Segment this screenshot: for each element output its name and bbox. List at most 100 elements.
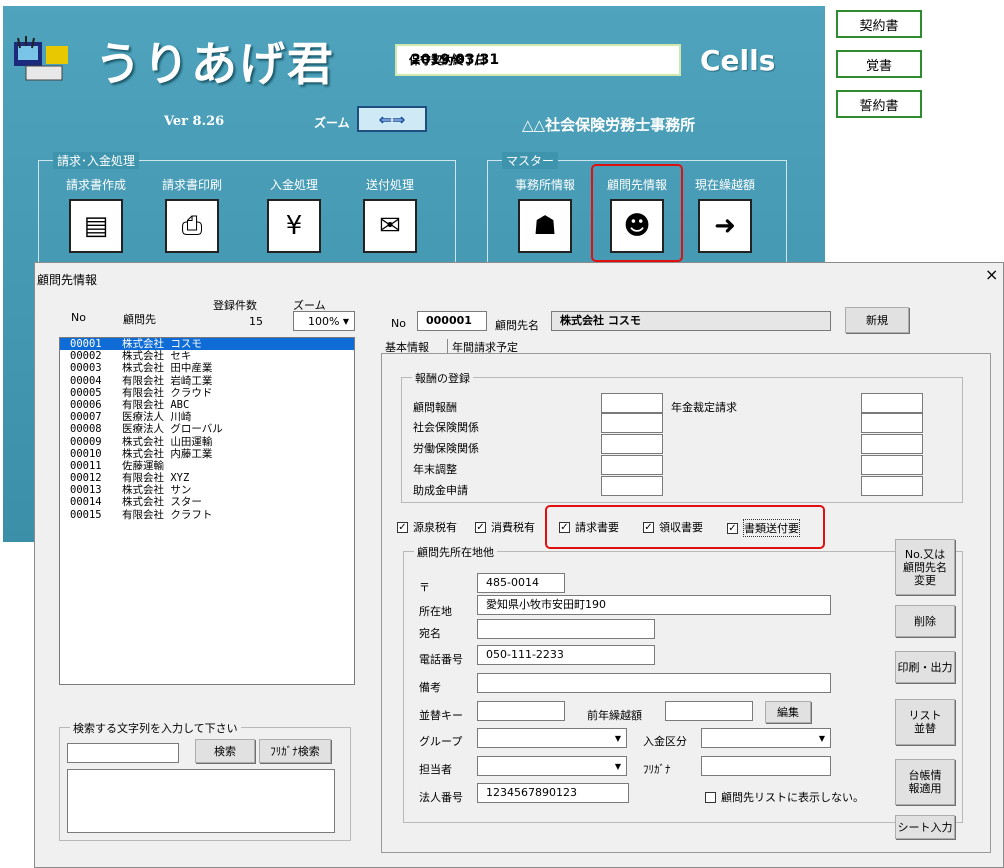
address-field[interactable]: 愛知県小牧市安田町190 (477, 595, 831, 615)
memo-button[interactable]: 覚書 (836, 50, 922, 78)
tile-send[interactable]: 送付処理 ✉ (352, 176, 428, 253)
check-withholding[interactable]: ✓ 源泉税有 (397, 519, 457, 535)
check-hide-from-list[interactable]: 顧問先リストに表示しない。 (705, 789, 864, 805)
client-info-dialog: 顧問先情報 × No 顧問先 登録件数 15 ズーム 100% ▼ 00001 株式… (34, 262, 1004, 868)
client-no: 00015 (70, 508, 102, 521)
close-icon[interactable]: × (985, 265, 998, 284)
client-no: 00011 (70, 459, 102, 472)
client-name: 株式会社 山田運輸 (122, 435, 213, 448)
dest-field[interactable] (477, 619, 655, 639)
checkmark-icon: ✓ (397, 521, 408, 533)
client-no: 00002 (70, 350, 102, 363)
postal-field[interactable]: 485-0014 (477, 573, 565, 593)
change-name-button[interactable]: No.又は 顧問先名 変更 (895, 539, 955, 595)
list-item[interactable]: 00010 株式会社 内藤工業 (60, 448, 354, 460)
group-select[interactable]: ▼ (477, 728, 627, 748)
tile-label: 請求書作成 (65, 178, 126, 192)
corp-no-label: 法人番号 (419, 791, 463, 804)
delete-button[interactable]: 削除 (895, 605, 955, 637)
list-item[interactable]: 00009 株式会社 山田運輸 (60, 436, 354, 448)
client-no: 00004 (70, 374, 102, 387)
client-no: 00001 (70, 338, 102, 350)
fee-field[interactable] (601, 476, 663, 496)
list-item[interactable]: 00003 株式会社 田中産業 (60, 362, 354, 374)
client-name: 医療法人 グローバル (122, 423, 223, 436)
check-label: 顧問先リストに表示しない。 (721, 791, 864, 804)
no-label: No (391, 317, 406, 330)
client-list[interactable]: 00001 株式会社 コスモ 00002 株式会社 セキ 00003 株式会社 田中産業 0… (59, 337, 355, 685)
fee-field[interactable] (601, 455, 663, 475)
print-output-button[interactable]: 印刷・出力 (895, 651, 955, 683)
list-item[interactable]: 00013 株式会社 サン (60, 484, 354, 496)
list-item[interactable]: 00008 医療法人 グローバル (60, 423, 354, 435)
list-item[interactable]: 00004 有限会社 岩崎工業 (60, 375, 354, 387)
client-name: 株式会社 内藤工業 (122, 447, 213, 460)
fee-field[interactable] (601, 413, 663, 433)
list-item[interactable]: 00015 有限会社 クラフト (60, 509, 354, 521)
sort-key-field[interactable] (477, 701, 565, 721)
tile-payment[interactable]: 入金処理 ¥ (256, 176, 332, 253)
prev-balance-label: 前年繰越額 (587, 709, 642, 722)
search-input[interactable] (67, 743, 179, 763)
office-name: △△社会保険労務士事務所 (522, 116, 696, 134)
office-worker-icon: ☗ (518, 199, 572, 253)
note-field[interactable] (477, 673, 831, 693)
search-results[interactable] (67, 769, 335, 833)
client-name: 医療法人 川崎 (122, 411, 192, 424)
client-name: 株式会社 セキ (122, 350, 192, 363)
fee-field[interactable] (601, 393, 663, 413)
list-item[interactable]: 00007 医療法人 川崎 (60, 411, 354, 423)
check-consumption-tax[interactable]: ✓ 消費税有 (475, 519, 535, 535)
list-item[interactable]: 00006 有限会社 ABC (60, 399, 354, 411)
corp-no-field[interactable]: 1234567890123 (477, 783, 629, 803)
list-item[interactable]: 00014 株式会社 スター (60, 496, 354, 508)
list-item[interactable]: 00002 株式会社 セキ (60, 350, 354, 362)
dialog-title: 顧問先情報 (37, 273, 98, 287)
list-sort-button[interactable]: リスト 並替 (895, 699, 955, 745)
no-field[interactable]: 000001 (417, 311, 487, 331)
kana-field[interactable] (701, 756, 831, 776)
tile-office-info[interactable]: 事務所情報 ☗ (506, 176, 584, 253)
name-field[interactable]: 株式会社 コスモ (551, 311, 831, 331)
list-header-no: No (71, 311, 86, 324)
highlight-client-tile (591, 164, 683, 262)
tile-label: 事務所情報 (514, 178, 575, 192)
tile-label: 現在繰越額 (694, 178, 755, 192)
tile-invoice-print[interactable]: 請求書印刷 ⎙ (154, 176, 230, 253)
list-zoom-select[interactable]: 100% ▼ (293, 311, 355, 331)
postal-label: 〒 (419, 581, 430, 594)
new-button[interactable]: 新規 (845, 307, 909, 333)
client-no: 00003 (70, 362, 102, 375)
fee-field[interactable] (601, 434, 663, 454)
annual-field[interactable] (861, 476, 923, 496)
count-value: 15 (249, 315, 263, 328)
brand-logo: Cells (700, 44, 776, 77)
tel-field[interactable]: 050-111-2233 (477, 645, 655, 665)
list-item[interactable]: 00012 有限会社 XYZ (60, 472, 354, 484)
tile-invoice-create[interactable]: 請求書作成 ▤ (58, 176, 134, 253)
annual-field[interactable] (861, 434, 923, 454)
annual-field[interactable] (861, 455, 923, 475)
list-item[interactable]: 00005 有限会社 クラウド (60, 387, 354, 399)
check-label: 消費税有 (491, 521, 535, 534)
annual-field[interactable] (861, 413, 923, 433)
pledge-button[interactable]: 誓約書 (836, 90, 922, 118)
ledger-apply-button[interactable]: 台帳情 報適用 (895, 759, 955, 805)
list-item[interactable]: 00011 佐藤運輸 (60, 460, 354, 472)
list-item[interactable]: 00001 株式会社 コスモ (60, 338, 354, 351)
client-no: 00010 (70, 447, 102, 460)
staff-select[interactable]: ▼ (477, 756, 627, 776)
prev-balance-field[interactable] (665, 701, 753, 721)
yen-icon: ¥ (267, 199, 321, 253)
payment-type-select[interactable]: ▼ (701, 728, 831, 748)
zoom-button[interactable]: ⇐⇒ (357, 106, 427, 132)
sheet-input-button[interactable]: シート入力 (895, 815, 955, 839)
contract-button[interactable]: 契約書 (836, 10, 922, 38)
search-button[interactable]: 検索 (195, 739, 255, 763)
kana-search-button[interactable]: ﾌﾘｶﾞﾅ検索 (259, 739, 331, 763)
address-group-title: 顧問先所在地他 (414, 544, 497, 560)
client-name: 有限会社 クラウド (122, 386, 213, 399)
edit-button[interactable]: 編集 (765, 701, 811, 723)
tile-carryover[interactable]: 現在繰越額 ➜ (686, 176, 764, 253)
annual-field[interactable] (861, 393, 923, 413)
